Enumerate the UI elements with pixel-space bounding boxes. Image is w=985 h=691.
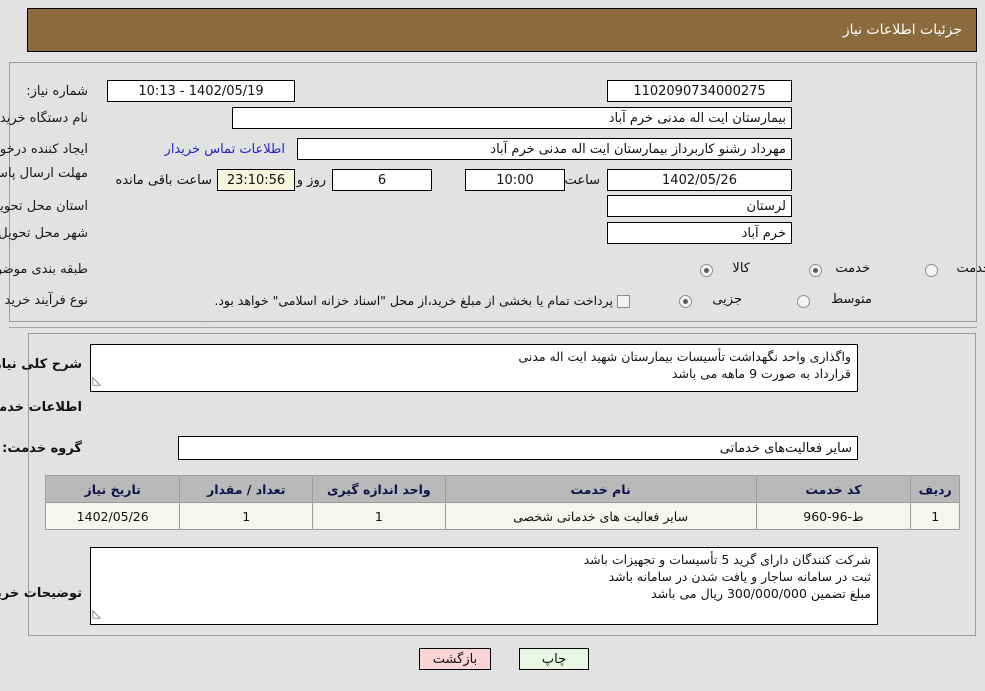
th-row: ردیف (910, 475, 960, 503)
deadline-date-value: 1402/05/26 (607, 169, 792, 191)
cell-quantity: 1 (179, 502, 314, 530)
textarea-resize-grip[interactable]: ◺ (93, 375, 101, 386)
back-button[interactable]: بازگشت (419, 648, 491, 670)
print-button[interactable]: چاپ (519, 648, 589, 670)
th-quantity: تعداد / مقدار (179, 475, 314, 503)
cell-need-date: 1402/05/26 (44, 502, 181, 530)
th-unit: واحد اندازه گیری (312, 475, 446, 503)
buyer-notes-label: توضیحات خریدار: (0, 586, 82, 601)
buyer-org-label: نام دستگاه خریدار: (0, 111, 88, 126)
radio-process-jozei[interactable] (679, 295, 692, 308)
remaining-time-label: ساعت باقی مانده (115, 173, 212, 188)
cell-service-code: ط-96-960 (755, 502, 912, 530)
th-service-name: نام خدمت (444, 475, 757, 503)
remaining-days-value: 6 (332, 169, 432, 191)
deadline-label: مهلت ارسال پاسخ: تا تاریخ: (0, 166, 88, 181)
th-service-code: کد خدمت (755, 475, 912, 503)
remaining-days-label: روز و (296, 173, 326, 188)
announce-datetime-value: 1402/05/19 - 10:13 (107, 80, 295, 102)
general-description-value[interactable]: واگذاری واحد نگهداشت تأسیسات بیمارستان ش… (90, 344, 858, 392)
general-description-label: شرح کلی نیاز: (0, 357, 82, 372)
city-value: خرم آباد (607, 222, 792, 244)
table-row: 1 ط-96-960 سایر فعالیت های خدماتی شخصی 1… (44, 502, 960, 530)
radio-classification-khedmat[interactable] (809, 264, 822, 277)
service-group-value: سایر فعالیت‌های خدماتی (178, 436, 858, 460)
city-label: شهر محل تحویل: (0, 226, 88, 241)
th-need-date: تاریخ نیاز (44, 475, 181, 503)
province-value: لرستان (607, 195, 792, 217)
treasury-bonds-text: پرداخت تمام یا بخشی از مبلغ خرید،از محل … (214, 293, 613, 308)
requester-value: مهرداد رشنو کاربرداز بیمارستان ایت اله م… (297, 138, 792, 160)
radio-label-khedmat: خدمت (835, 261, 870, 276)
cell-unit: 1 (312, 502, 446, 530)
remaining-time-value: 23:10:56 (217, 169, 295, 191)
province-label: استان محل تحویل: (0, 199, 88, 214)
classification-label: طبقه بندی موضوعی: (0, 262, 88, 277)
page-title: جزئیات اطلاعات نیاز (842, 22, 962, 38)
deadline-hour-label: ساعت (564, 173, 600, 188)
radio-classification-kala[interactable] (700, 264, 713, 277)
treasury-bonds-checkbox[interactable] (617, 295, 630, 308)
section-divider (9, 327, 977, 328)
page-header: جزئیات اطلاعات نیاز (27, 8, 977, 52)
cell-row: 1 (910, 502, 960, 530)
table-header-row: ردیف کد خدمت نام خدمت واحد اندازه گیری ت… (44, 475, 960, 503)
cell-service-name: سایر فعالیت های خدماتی شخصی (444, 502, 757, 530)
radio-process-motavaset[interactable] (797, 295, 810, 308)
requester-label: ایجاد کننده درخواست: (0, 142, 88, 157)
service-group-label: گروه خدمت: (2, 441, 82, 456)
buyer-contact-link[interactable]: اطلاعات تماس خریدار (165, 142, 285, 157)
services-section-heading: اطلاعات خدمات مورد نیاز (0, 400, 82, 415)
deadline-hour-value: 10:00 (465, 169, 565, 191)
need-number-label: شماره نیاز: (26, 84, 88, 99)
buyer-notes-value[interactable]: شرکت کنندگان دارای گرید 5 تأسیسات و تجهی… (90, 547, 878, 625)
radio-label-kala-khedmat: کالا/خدمت (956, 261, 985, 276)
radio-label-motavaset: متوسط (831, 292, 872, 307)
page-root: AriaTender.net جزئیات اطلاعات نیاز شماره… (0, 0, 985, 691)
purchase-process-label: نوع فرآیند خرید : (0, 293, 88, 308)
need-number-value: 1102090734000275 (607, 80, 792, 102)
buyer-org-value: بیمارستان ایت اله مدنی خرم آباد (232, 107, 792, 129)
radio-label-kala: کالا (732, 261, 750, 276)
buyer-notes-resize-grip[interactable]: ◺ (93, 608, 101, 619)
radio-label-jozei: جزیی (712, 292, 742, 307)
radio-classification-kala-khedmat[interactable] (925, 264, 938, 277)
services-table: ردیف کد خدمت نام خدمت واحد اندازه گیری ت… (44, 475, 960, 530)
